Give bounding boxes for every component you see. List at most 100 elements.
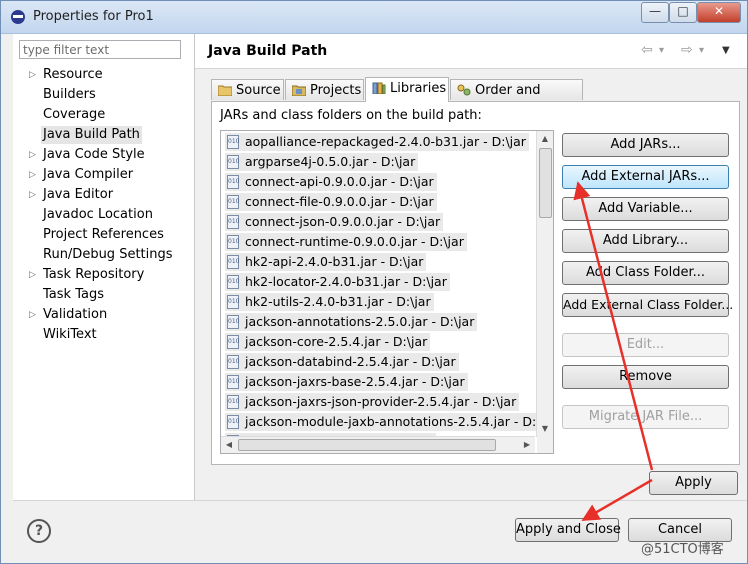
tab-libraries[interactable]: Libraries bbox=[365, 77, 449, 102]
scroll-corner bbox=[537, 437, 553, 453]
expand-arrow-icon[interactable]: ▷ bbox=[29, 66, 36, 84]
apply-button[interactable]: Apply bbox=[649, 471, 738, 495]
source-folder-icon bbox=[218, 85, 232, 96]
back-arrow-icon[interactable]: ⇦ bbox=[641, 42, 653, 58]
jar-list-item[interactable]: 010 connect-json-0.9.0.0.jar - D:\jar bbox=[225, 213, 444, 231]
jar-label: jackson-databind-2.5.4.jar - D:\jar bbox=[245, 354, 456, 369]
jar-label: jackson-jaxrs-json-provider-2.5.4.jar - … bbox=[245, 394, 517, 409]
footer-separator bbox=[13, 500, 747, 501]
jar-label: argparse4j-0.5.0.jar - D:\jar bbox=[245, 154, 416, 169]
jar-label: aopalliance-repackaged-2.4.0-b31.jar - D… bbox=[245, 134, 526, 149]
tab-order-and-export[interactable]: Order and Export bbox=[450, 79, 583, 119]
jar-list-item[interactable]: 010 aopalliance-repackaged-2.4.0-b31.jar … bbox=[225, 133, 529, 151]
jar-list-item[interactable]: 010 jackson-databind-2.5.4.jar - D:\jar bbox=[225, 353, 459, 371]
jar-list-item[interactable]: 010 jackson-module-jaxb-annotations-2.5.4… bbox=[225, 413, 553, 431]
forward-menu-icon[interactable]: ▾ bbox=[699, 45, 704, 56]
jar-list-item[interactable]: 010 connect-runtime-0.9.0.0.jar - D:\jar bbox=[225, 233, 467, 251]
expand-arrow-icon[interactable]: ▷ bbox=[29, 306, 36, 324]
jar-icon: 010 bbox=[227, 315, 239, 329]
jar-icon: 010 bbox=[227, 235, 239, 249]
jar-list-item[interactable]: 010 connect-file-0.9.0.0.jar - D:\jar bbox=[225, 193, 437, 211]
jar-list-item[interactable]: 010 jackson-annotations-2.5.0.jar - D:\ja… bbox=[225, 313, 478, 331]
horizontal-scrollbar[interactable]: ◀ ▶ bbox=[221, 436, 535, 453]
add-variable-button[interactable]: Add Variable... bbox=[562, 197, 729, 221]
jar-icon: 010 bbox=[227, 355, 239, 369]
jar-list-item[interactable]: 010 hk2-locator-2.4.0-b31.jar - D:\jar bbox=[225, 273, 450, 291]
remove-button[interactable]: Remove bbox=[562, 365, 729, 389]
tree-item-label: Javadoc Location bbox=[43, 207, 153, 222]
add-class-folder-button[interactable]: Add Class Folder... bbox=[562, 261, 729, 285]
jar-icon: 010 bbox=[227, 155, 239, 169]
jar-list-item[interactable]: 010 jackson-core-2.5.4.jar - D:\jar bbox=[225, 333, 431, 351]
jar-icon: 010 bbox=[227, 215, 239, 229]
tab-libraries-label: Libraries bbox=[390, 81, 447, 96]
jar-list-item[interactable]: 010 hk2-utils-2.4.0-b31.jar - D:\jar bbox=[225, 293, 434, 311]
jar-list-item[interactable]: 010 connect-api-0.9.0.0.jar - D:\jar bbox=[225, 173, 437, 191]
forward-arrow-icon[interactable]: ⇨ bbox=[681, 42, 693, 58]
jar-label: connect-api-0.9.0.0.jar - D:\jar bbox=[245, 174, 434, 189]
maximize-button[interactable]: □ bbox=[669, 2, 697, 23]
expand-arrow-icon[interactable]: ▷ bbox=[29, 146, 36, 164]
watermark: @51CTO博客 bbox=[641, 542, 724, 557]
window-title: Properties for Pro1 bbox=[33, 9, 154, 24]
jar-label: jackson-core-2.5.4.jar - D:\jar bbox=[245, 334, 428, 349]
expand-arrow-icon[interactable]: ▷ bbox=[29, 266, 36, 284]
expand-arrow-icon[interactable]: ▷ bbox=[29, 166, 36, 184]
title-bar[interactable]: Properties for Pro1 — □ ✕ bbox=[1, 1, 747, 34]
jar-list-item[interactable]: 010 jackson-jaxrs-json-provider-2.5.4.jar… bbox=[225, 393, 520, 411]
tree-item-label: Java Editor bbox=[43, 187, 114, 202]
close-button[interactable]: ✕ bbox=[697, 2, 741, 23]
view-menu-icon[interactable]: ▼ bbox=[722, 45, 730, 56]
horizontal-scroll-thumb[interactable] bbox=[238, 439, 496, 451]
tree-item-label: Java Code Style bbox=[43, 147, 145, 162]
scroll-up-icon[interactable]: ▲ bbox=[537, 131, 553, 147]
minimize-button[interactable]: — bbox=[641, 2, 669, 23]
edit-button[interactable]: Edit... bbox=[562, 333, 729, 357]
jar-label: connect-file-0.9.0.0.jar - D:\jar bbox=[245, 194, 434, 209]
project-icon bbox=[292, 85, 306, 96]
vertical-scrollbar[interactable]: ▲ ▼ bbox=[536, 131, 553, 437]
jar-list-item[interactable]: 010 jackson-jaxrs-base-2.5.4.jar - D:\jar bbox=[225, 373, 468, 391]
jar-list[interactable]: 010 aopalliance-repackaged-2.4.0-b31.jar … bbox=[220, 130, 554, 454]
order-export-icon bbox=[457, 84, 471, 96]
jar-label: jackson-annotations-2.5.0.jar - D:\jar bbox=[245, 314, 475, 329]
jar-icon: 010 bbox=[227, 255, 239, 269]
tab-source-label: Source bbox=[236, 83, 281, 98]
jars-label: JARs and class folders on the build path… bbox=[220, 108, 482, 123]
tab-source[interactable]: Source bbox=[211, 79, 284, 100]
jar-icon: 010 bbox=[227, 375, 239, 389]
add-jars-button[interactable]: Add JARs... bbox=[562, 133, 729, 157]
help-icon[interactable]: ? bbox=[27, 519, 51, 543]
tab-projects[interactable]: Projects bbox=[285, 79, 364, 100]
build-path-page: Java Build Path ⇦ ▾ ⇨ ▾ ▼ Source Project… bbox=[195, 34, 747, 500]
add-library-button[interactable]: Add Library... bbox=[562, 229, 729, 253]
tree-item-label: Java Compiler bbox=[43, 167, 134, 182]
jar-list-item[interactable]: 010 argparse4j-0.5.0.jar - D:\jar bbox=[225, 153, 419, 171]
jar-label: hk2-utils-2.4.0-b31.jar - D:\jar bbox=[245, 294, 431, 309]
tree-item-label: Task Tags bbox=[43, 287, 104, 302]
jar-label: jackson-jaxrs-base-2.5.4.jar - D:\jar bbox=[245, 374, 465, 389]
scroll-left-icon[interactable]: ◀ bbox=[221, 437, 237, 453]
apply-and-close-button[interactable]: Apply and Close bbox=[515, 518, 621, 542]
jar-label: connect-runtime-0.9.0.0.jar - D:\jar bbox=[245, 234, 464, 249]
filter-input[interactable]: type filter text bbox=[19, 40, 181, 59]
tree-item-label: Coverage bbox=[43, 107, 106, 122]
add-external-jars-button[interactable]: Add External JARs... bbox=[562, 165, 729, 189]
tree-item-label: Task Repository bbox=[43, 267, 145, 282]
jar-icon: 010 bbox=[227, 395, 239, 409]
tree-item-label: Run/Debug Settings bbox=[43, 247, 173, 262]
tree-item-label: Builders bbox=[43, 87, 96, 102]
tab-projects-label: Projects bbox=[310, 83, 362, 98]
expand-arrow-icon[interactable]: ▷ bbox=[29, 186, 36, 204]
jar-icon: 010 bbox=[227, 275, 239, 289]
back-menu-icon[interactable]: ▾ bbox=[659, 45, 664, 56]
add-external-class-folder-button[interactable]: Add External Class Folder... bbox=[562, 293, 733, 317]
scroll-right-icon[interactable]: ▶ bbox=[519, 437, 535, 453]
jar-icon: 010 bbox=[227, 175, 239, 189]
jar-list-item[interactable]: 010 hk2-api-2.4.0-b31.jar - D:\jar bbox=[225, 253, 427, 271]
scroll-down-icon[interactable]: ▼ bbox=[537, 421, 553, 437]
jar-label: hk2-api-2.4.0-b31.jar - D:\jar bbox=[245, 254, 424, 269]
vertical-scroll-thumb[interactable] bbox=[539, 148, 552, 218]
page-title: Java Build Path bbox=[208, 43, 328, 59]
migrate-jar-button[interactable]: Migrate JAR File... bbox=[562, 405, 729, 429]
